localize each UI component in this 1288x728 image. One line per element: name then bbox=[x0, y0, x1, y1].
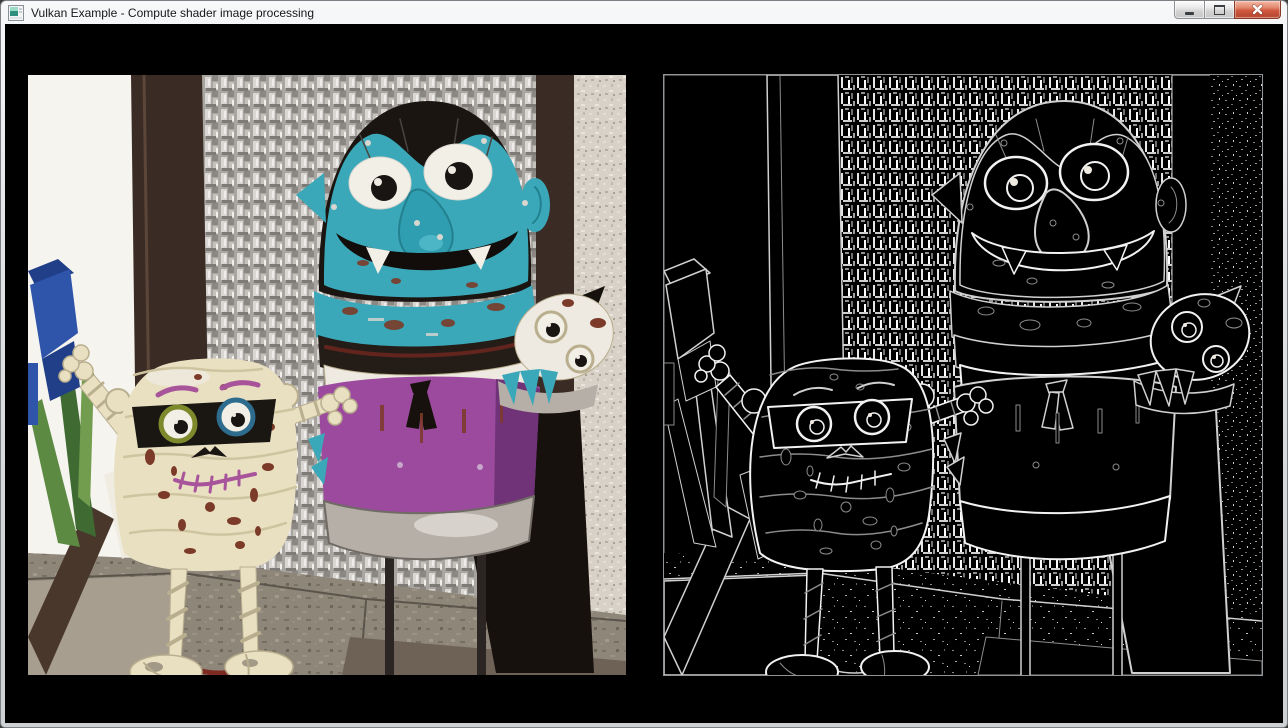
titlebar[interactable]: Vulkan Example - Compute shader image pr… bbox=[1, 1, 1287, 24]
maximize-button[interactable] bbox=[1204, 1, 1235, 19]
close-icon bbox=[1252, 4, 1263, 15]
maximize-icon bbox=[1214, 5, 1225, 15]
edge-output-pane bbox=[664, 75, 1262, 675]
edge-detected-image bbox=[664, 75, 1262, 675]
original-image bbox=[28, 75, 626, 675]
window-controls bbox=[1175, 1, 1281, 19]
close-button[interactable] bbox=[1234, 1, 1281, 19]
minimize-button[interactable] bbox=[1174, 1, 1205, 19]
window-title: Vulkan Example - Compute shader image pr… bbox=[31, 6, 314, 20]
app-icon bbox=[8, 5, 24, 21]
app-window: Vulkan Example - Compute shader image pr… bbox=[0, 0, 1288, 728]
render-area bbox=[5, 24, 1283, 723]
original-image-pane bbox=[28, 75, 626, 675]
minimize-icon bbox=[1185, 12, 1194, 15]
